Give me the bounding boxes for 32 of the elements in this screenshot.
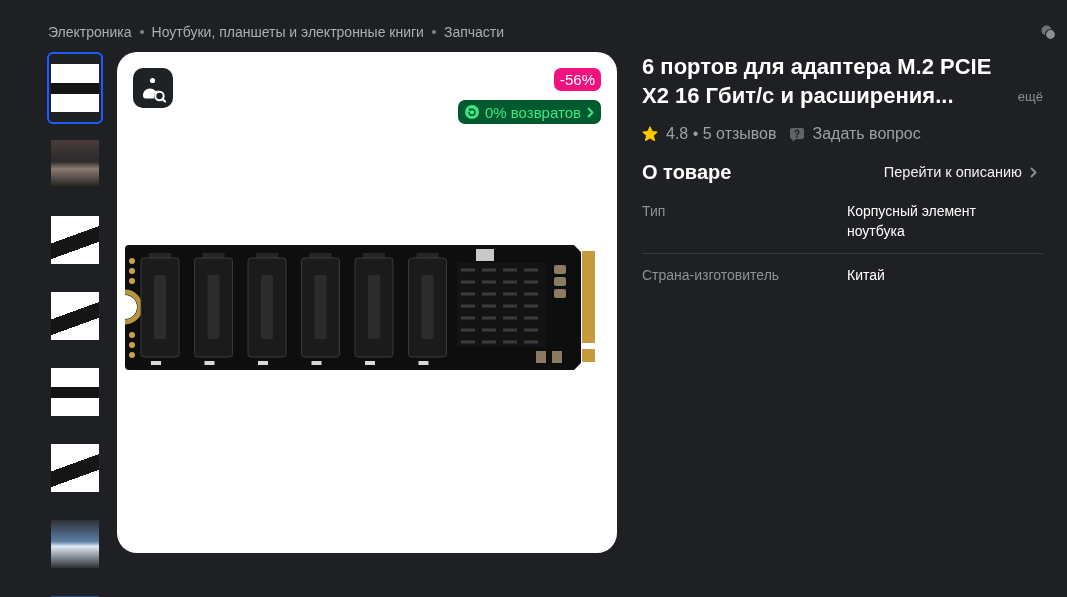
photo-placeholder: [51, 140, 99, 188]
separator-dot-icon: [431, 30, 436, 34]
section-heading: О товаре: [642, 160, 732, 184]
separator-dot-icon: [139, 30, 144, 34]
chevron-right-icon: [587, 106, 594, 118]
refresh-icon: [464, 105, 479, 119]
product-title: 6 портов для адаптера M.2 PCIE X2 16 Гбит/с и расширения...: [642, 53, 993, 110]
photo-placeholder: [51, 368, 99, 416]
spec-value: Китай: [847, 266, 886, 285]
question-bubble-icon: [788, 126, 805, 142]
photo-placeholder: [51, 292, 99, 340]
breadcrumb-link[interactable]: Запчасти: [443, 24, 505, 40]
more-link[interactable]: ещё: [1017, 89, 1043, 104]
chevron-right-icon: [1030, 166, 1037, 178]
ask-question-button[interactable]: Задать вопрос: [788, 125, 921, 143]
chat-icon[interactable]: [1041, 24, 1056, 40]
description-link[interactable]: Перейти к описанию: [883, 164, 1037, 180]
reviews-link[interactable]: 4.8 • 5 отзывов: [666, 125, 777, 143]
thumbnail-button[interactable]: [47, 52, 103, 124]
breadcrumb-link[interactable]: Электроника: [48, 24, 132, 40]
image-search-icon[interactable]: [133, 68, 173, 108]
photo-placeholder: [51, 444, 99, 492]
photo-placeholder: [51, 64, 99, 112]
breadcrumb-link[interactable]: Ноутбуки, планшеты и электронные книги: [151, 24, 424, 40]
star-icon: [642, 126, 658, 142]
spec-label: Тип: [642, 202, 667, 221]
spec-label: Страна-изготовитель: [642, 266, 781, 285]
returns-badge[interactable]: 0% возвратов: [457, 100, 601, 124]
spec-value: Корпусный элемент ноутбука: [847, 202, 977, 241]
photo-placeholder: [51, 520, 99, 568]
photo-placeholder: [51, 216, 99, 264]
discount-badge: -56%: [553, 68, 601, 91]
